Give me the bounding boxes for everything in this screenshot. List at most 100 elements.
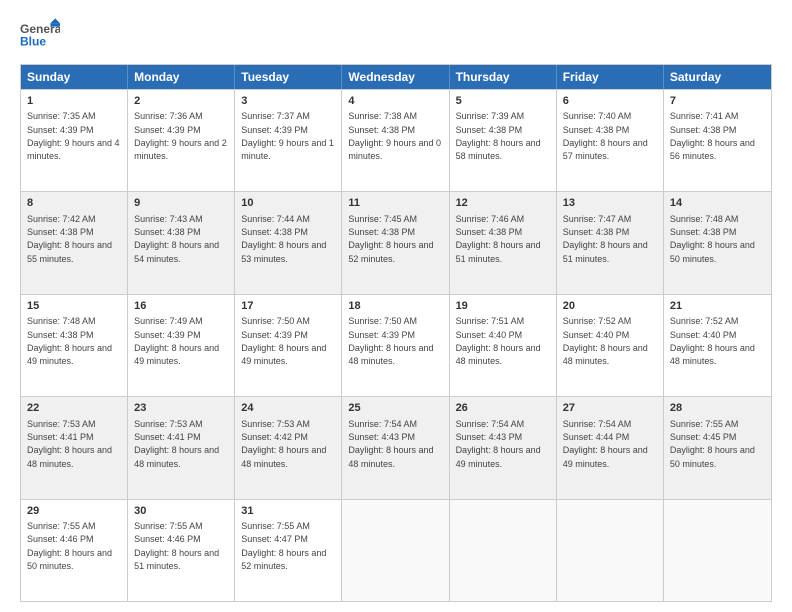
cell-details: Sunrise: 7:50 AM Sunset: 4:39 PM Dayligh… (348, 316, 433, 366)
cell-details: Sunrise: 7:37 AM Sunset: 4:39 PM Dayligh… (241, 111, 334, 161)
cell-details: Sunrise: 7:48 AM Sunset: 4:38 PM Dayligh… (670, 214, 755, 264)
calendar-header: SundayMondayTuesdayWednesdayThursdayFrid… (21, 65, 771, 89)
cal-cell: 31 Sunrise: 7:55 AM Sunset: 4:47 PM Dayli… (235, 500, 342, 601)
cell-details: Sunrise: 7:55 AM Sunset: 4:46 PM Dayligh… (27, 521, 112, 571)
cal-cell: 12Sunrise: 7:46 AM Sunset: 4:38 PM Dayli… (450, 192, 557, 293)
day-number: 15 (27, 299, 121, 314)
cal-cell: 23 Sunrise: 7:53 AM Sunset: 4:41 PM Dayli… (128, 397, 235, 498)
week-row-2: 8 Sunrise: 7:42 AM Sunset: 4:38 PM Daylig… (21, 191, 771, 293)
cell-details: Sunrise: 7:53 AM Sunset: 4:42 PM Dayligh… (241, 419, 326, 469)
day-of-week-friday: Friday (557, 65, 664, 89)
cal-cell: 6 Sunrise: 7:40 AM Sunset: 4:38 PM Daylig… (557, 90, 664, 191)
cell-details: Sunrise: 7:40 AM Sunset: 4:38 PM Dayligh… (563, 111, 648, 161)
calendar-body: 1 Sunrise: 7:35 AM Sunset: 4:39 PM Daylig… (21, 89, 771, 601)
cal-cell: 17 Sunrise: 7:50 AM Sunset: 4:39 PM Dayli… (235, 295, 342, 396)
cal-cell: 20 Sunrise: 7:52 AM Sunset: 4:40 PM Dayli… (557, 295, 664, 396)
cell-details: Sunrise: 7:55 AM Sunset: 4:47 PM Dayligh… (241, 521, 326, 571)
cal-cell: 13Sunrise: 7:47 AM Sunset: 4:38 PM Dayli… (557, 192, 664, 293)
cal-cell: 3 Sunrise: 7:37 AM Sunset: 4:39 PM Daylig… (235, 90, 342, 191)
day-number: 7 (670, 94, 765, 109)
day-of-week-monday: Monday (128, 65, 235, 89)
week-row-1: 1 Sunrise: 7:35 AM Sunset: 4:39 PM Daylig… (21, 89, 771, 191)
cal-cell: 14 Sunrise: 7:48 AM Sunset: 4:38 PM Dayli… (664, 192, 771, 293)
cell-details: Sunrise: 7:50 AM Sunset: 4:39 PM Dayligh… (241, 316, 326, 366)
day-number: 14 (670, 196, 765, 211)
cal-cell: 29 Sunrise: 7:55 AM Sunset: 4:46 PM Dayli… (21, 500, 128, 601)
day-number: 17 (241, 299, 335, 314)
day-number: 16 (134, 299, 228, 314)
cal-cell: 9 Sunrise: 7:43 AM Sunset: 4:38 PM Daylig… (128, 192, 235, 293)
day-number: 4 (348, 94, 442, 109)
cal-cell: 8 Sunrise: 7:42 AM Sunset: 4:38 PM Daylig… (21, 192, 128, 293)
cal-cell: 26Sunrise: 7:54 AM Sunset: 4:43 PM Dayli… (450, 397, 557, 498)
cal-cell (450, 500, 557, 601)
day-number: 1 (27, 94, 121, 109)
week-row-3: 15 Sunrise: 7:48 AM Sunset: 4:38 PM Dayli… (21, 294, 771, 396)
cell-details: Sunrise: 7:49 AM Sunset: 4:39 PM Dayligh… (134, 316, 219, 366)
week-row-5: 29 Sunrise: 7:55 AM Sunset: 4:46 PM Dayli… (21, 499, 771, 601)
cal-cell: 30 Sunrise: 7:55 AM Sunset: 4:46 PM Dayli… (128, 500, 235, 601)
cell-details: Sunrise: 7:52 AM Sunset: 4:40 PM Dayligh… (563, 316, 648, 366)
cal-cell: 19 Sunrise: 7:51 AM Sunset: 4:40 PM Dayli… (450, 295, 557, 396)
cell-details: Sunrise: 7:35 AM Sunset: 4:39 PM Dayligh… (27, 111, 120, 161)
day-of-week-sunday: Sunday (21, 65, 128, 89)
day-number: 31 (241, 504, 335, 519)
cal-cell: 10Sunrise: 7:44 AM Sunset: 4:38 PM Dayli… (235, 192, 342, 293)
day-number: 11 (348, 196, 442, 211)
cal-cell (342, 500, 449, 601)
day-number: 5 (456, 94, 550, 109)
cal-cell: 24Sunrise: 7:53 AM Sunset: 4:42 PM Dayli… (235, 397, 342, 498)
cell-details: Sunrise: 7:54 AM Sunset: 4:43 PM Dayligh… (348, 419, 433, 469)
cell-details: Sunrise: 7:41 AM Sunset: 4:38 PM Dayligh… (670, 111, 755, 161)
day-number: 30 (134, 504, 228, 519)
logo: General Blue (20, 18, 60, 54)
cell-details: Sunrise: 7:55 AM Sunset: 4:46 PM Dayligh… (134, 521, 219, 571)
cal-cell: 27Sunrise: 7:54 AM Sunset: 4:44 PM Dayli… (557, 397, 664, 498)
day-number: 29 (27, 504, 121, 519)
day-number: 20 (563, 299, 657, 314)
day-of-week-wednesday: Wednesday (342, 65, 449, 89)
cal-cell: 28Sunrise: 7:55 AM Sunset: 4:45 PM Dayli… (664, 397, 771, 498)
day-number: 27 (563, 401, 657, 416)
cal-cell: 25Sunrise: 7:54 AM Sunset: 4:43 PM Dayli… (342, 397, 449, 498)
day-number: 26 (456, 401, 550, 416)
cell-details: Sunrise: 7:44 AM Sunset: 4:38 PM Dayligh… (241, 214, 326, 264)
day-number: 19 (456, 299, 550, 314)
cell-details: Sunrise: 7:43 AM Sunset: 4:38 PM Dayligh… (134, 214, 219, 264)
calendar: SundayMondayTuesdayWednesdayThursdayFrid… (20, 64, 772, 602)
cal-cell: 4 Sunrise: 7:38 AM Sunset: 4:38 PM Daylig… (342, 90, 449, 191)
cal-cell: 16 Sunrise: 7:49 AM Sunset: 4:39 PM Dayli… (128, 295, 235, 396)
cell-details: Sunrise: 7:45 AM Sunset: 4:38 PM Dayligh… (348, 214, 433, 264)
cell-details: Sunrise: 7:47 AM Sunset: 4:38 PM Dayligh… (563, 214, 648, 264)
cell-details: Sunrise: 7:36 AM Sunset: 4:39 PM Dayligh… (134, 111, 227, 161)
header: General Blue (20, 18, 772, 54)
cal-cell: 5 Sunrise: 7:39 AM Sunset: 4:38 PM Daylig… (450, 90, 557, 191)
cell-details: Sunrise: 7:38 AM Sunset: 4:38 PM Dayligh… (348, 111, 441, 161)
day-number: 6 (563, 94, 657, 109)
cell-details: Sunrise: 7:52 AM Sunset: 4:40 PM Dayligh… (670, 316, 755, 366)
day-number: 3 (241, 94, 335, 109)
cal-cell: 7 Sunrise: 7:41 AM Sunset: 4:38 PM Daylig… (664, 90, 771, 191)
cal-cell: 2 Sunrise: 7:36 AM Sunset: 4:39 PM Daylig… (128, 90, 235, 191)
cell-details: Sunrise: 7:42 AM Sunset: 4:38 PM Dayligh… (27, 214, 112, 264)
cell-details: Sunrise: 7:53 AM Sunset: 4:41 PM Dayligh… (27, 419, 112, 469)
cell-details: Sunrise: 7:53 AM Sunset: 4:41 PM Dayligh… (134, 419, 219, 469)
day-number: 23 (134, 401, 228, 416)
day-number: 2 (134, 94, 228, 109)
cell-details: Sunrise: 7:39 AM Sunset: 4:38 PM Dayligh… (456, 111, 541, 161)
cell-details: Sunrise: 7:48 AM Sunset: 4:38 PM Dayligh… (27, 316, 112, 366)
day-number: 22 (27, 401, 121, 416)
cal-cell: 1 Sunrise: 7:35 AM Sunset: 4:39 PM Daylig… (21, 90, 128, 191)
svg-text:Blue: Blue (20, 35, 46, 49)
cal-cell: 11 Sunrise: 7:45 AM Sunset: 4:38 PM Dayli… (342, 192, 449, 293)
cell-details: Sunrise: 7:51 AM Sunset: 4:40 PM Dayligh… (456, 316, 541, 366)
page: General Blue SundayMondayTuesdayWednesda… (0, 0, 792, 612)
day-of-week-thursday: Thursday (450, 65, 557, 89)
day-number: 8 (27, 196, 121, 211)
cell-details: Sunrise: 7:46 AM Sunset: 4:38 PM Dayligh… (456, 214, 541, 264)
cal-cell: 15 Sunrise: 7:48 AM Sunset: 4:38 PM Dayli… (21, 295, 128, 396)
day-number: 28 (670, 401, 765, 416)
cal-cell: 22 Sunrise: 7:53 AM Sunset: 4:41 PM Dayli… (21, 397, 128, 498)
logo-icon: General Blue (20, 18, 60, 54)
day-number: 9 (134, 196, 228, 211)
